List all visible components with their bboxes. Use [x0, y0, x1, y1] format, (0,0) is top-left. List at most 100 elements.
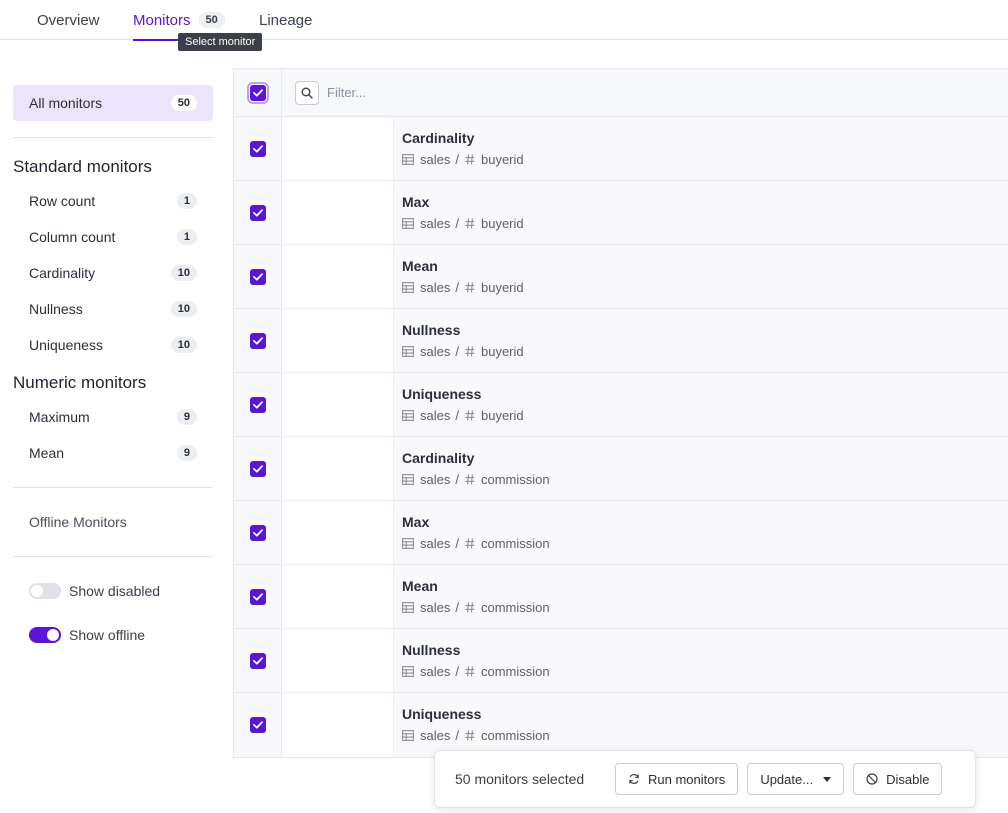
select-monitor-tooltip: Select monitor: [178, 33, 263, 51]
tab-monitors-label: Monitors: [133, 11, 191, 29]
table-icon: [402, 538, 414, 549]
refresh-icon: [629, 773, 639, 785]
monitor-title: Mean: [402, 578, 438, 594]
table-row[interactable]: Uniqueness sales / buyerid: [234, 373, 1008, 437]
show-offline-label: Show offline: [69, 627, 146, 643]
count-badge: 50: [170, 95, 197, 111]
show-disabled-toggle[interactable]: [29, 583, 61, 599]
sidebar-item-label: Offline Monitors: [29, 514, 127, 530]
toggle-knob: [47, 629, 59, 641]
hash-icon: [465, 666, 475, 677]
row-checkbox[interactable]: [249, 460, 266, 477]
monitor-path: sales / buyerid: [402, 216, 1008, 231]
hash-icon: [465, 346, 475, 357]
monitor-cell[interactable]: Cardinality sales / buyerid: [394, 117, 1008, 180]
sidebar-item-all-monitors[interactable]: All monitors 50: [13, 85, 213, 121]
table-name: sales: [420, 152, 451, 167]
table-name: sales: [420, 344, 451, 359]
monitor-cell[interactable]: Max sales / commission: [394, 501, 1008, 564]
check-icon: [252, 464, 263, 472]
run-monitors-button[interactable]: Run monitors: [615, 763, 739, 795]
table-row[interactable]: Max sales / commission: [234, 501, 1008, 565]
caret-down-icon: [823, 776, 832, 782]
toggle-knob: [31, 585, 43, 597]
count-badge: 9: [176, 409, 197, 425]
sidebar-item-nullness[interactable]: Nullness 10: [13, 291, 213, 327]
select-all-checkbox[interactable]: [246, 81, 269, 104]
table-name: sales: [420, 280, 451, 295]
check-icon: [252, 336, 263, 344]
row-checkbox[interactable]: [249, 652, 266, 669]
hash-icon-wrap: [465, 538, 475, 549]
hash-icon-wrap: [465, 410, 475, 421]
sidebar-item-mean[interactable]: Mean 9: [13, 435, 213, 471]
monitor-cell[interactable]: Max sales / buyerid: [394, 181, 1008, 244]
tab-overview[interactable]: Overview: [37, 0, 100, 40]
table-row[interactable]: Cardinality sales / commission: [234, 437, 1008, 501]
monitor-title: Cardinality: [402, 130, 475, 146]
row-status-cell: [282, 565, 394, 628]
column-name: buyerid: [480, 408, 524, 423]
disable-button[interactable]: Disable: [853, 763, 943, 795]
row-checkbox[interactable]: [249, 204, 266, 221]
table-row[interactable]: Max sales / buyerid: [234, 181, 1008, 245]
monitor-cell[interactable]: Mean sales / buyerid: [394, 245, 1008, 308]
monitor-path: sales / commission: [402, 600, 1008, 615]
filter-input[interactable]: [327, 85, 627, 100]
path-separator: /: [455, 152, 459, 167]
path-separator: /: [455, 408, 459, 423]
table-row[interactable]: Mean sales / buyerid: [234, 245, 1008, 309]
sidebar: All monitors 50 Standard monitors Row co…: [13, 85, 213, 657]
row-select-cell: [234, 437, 282, 500]
show-offline-toggle[interactable]: [29, 627, 61, 643]
row-select-cell: [234, 309, 282, 372]
table-icon-wrap: [402, 730, 414, 741]
row-checkbox[interactable]: [249, 332, 266, 349]
tab-monitors-count-badge: 50: [198, 12, 225, 28]
monitor-title: Uniqueness: [402, 706, 482, 722]
monitor-path: sales / commission: [402, 728, 1008, 743]
table-row[interactable]: Nullness sales / buyerid: [234, 309, 1008, 373]
check-icon: [252, 400, 263, 408]
row-status-cell: [282, 245, 394, 308]
path-separator: /: [455, 280, 459, 295]
hash-icon: [465, 474, 475, 485]
show-offline-row: Show offline: [13, 613, 213, 657]
search-icon: [301, 87, 313, 99]
selected-count-text: 50 monitors selected: [455, 771, 585, 787]
sidebar-item-cardinality[interactable]: Cardinality 10: [13, 255, 213, 291]
monitor-title: Mean: [402, 258, 438, 274]
row-checkbox[interactable]: [249, 524, 266, 541]
count-badge: 10: [170, 265, 197, 281]
update-dropdown-button[interactable]: Update...: [747, 763, 845, 795]
row-checkbox[interactable]: [249, 588, 266, 605]
table-icon-wrap: [402, 154, 414, 165]
monitor-cell[interactable]: Uniqueness sales / commission: [394, 693, 1008, 757]
monitor-cell[interactable]: Uniqueness sales / buyerid: [394, 373, 1008, 436]
monitor-cell[interactable]: Mean sales / commission: [394, 565, 1008, 628]
row-checkbox[interactable]: [249, 140, 266, 157]
row-status-cell: [282, 181, 394, 244]
sidebar-item-label: Mean: [29, 445, 65, 461]
sidebar-item-row-count[interactable]: Row count 1: [13, 183, 213, 219]
table-row[interactable]: Mean sales / commission: [234, 565, 1008, 629]
monitor-cell[interactable]: Cardinality sales / commission: [394, 437, 1008, 500]
ban-icon: [866, 773, 878, 785]
monitor-cell[interactable]: Nullness sales / commission: [394, 629, 1008, 692]
sidebar-item-offline-monitors[interactable]: Offline Monitors: [13, 504, 213, 540]
tab-lineage[interactable]: Lineage: [259, 0, 312, 40]
table-row[interactable]: Cardinality sales / buyerid: [234, 117, 1008, 181]
row-status-cell: [282, 501, 394, 564]
row-checkbox[interactable]: [249, 396, 266, 413]
table-row[interactable]: Uniqueness sales / commission: [234, 693, 1008, 757]
monitor-path: sales / commission: [402, 472, 1008, 487]
sidebar-item-uniqueness[interactable]: Uniqueness 10: [13, 327, 213, 363]
table-row[interactable]: Nullness sales / commission: [234, 629, 1008, 693]
monitor-cell[interactable]: Nullness sales / buyerid: [394, 309, 1008, 372]
sidebar-item-maximum[interactable]: Maximum 9: [13, 399, 213, 435]
row-checkbox[interactable]: [249, 717, 266, 733]
search-button[interactable]: [295, 80, 319, 105]
row-checkbox[interactable]: [249, 268, 266, 285]
table-icon-wrap: [402, 474, 414, 485]
sidebar-item-column-count[interactable]: Column count 1: [13, 219, 213, 255]
